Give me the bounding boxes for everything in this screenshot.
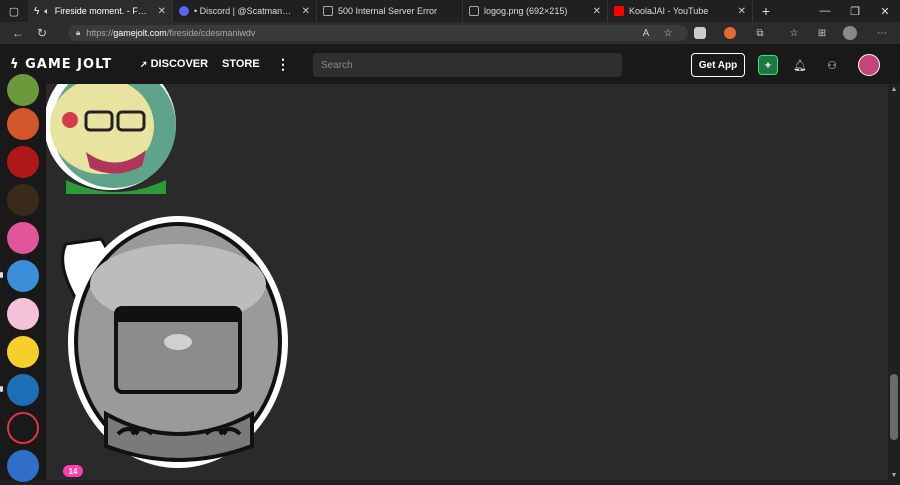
page-icon — [323, 6, 333, 16]
address-bar[interactable]: 🔒︎ https://gamejolt.com/fireside/cdesman… — [68, 25, 688, 41]
extensions-puzzle-icon[interactable]: ⧉ — [752, 25, 768, 41]
read-aloud-icon[interactable]: A — [638, 25, 654, 41]
community-avatar[interactable] — [7, 108, 39, 140]
unread-indicator — [0, 386, 3, 392]
user-avatar[interactable] — [858, 54, 880, 76]
youtube-icon — [614, 6, 624, 16]
profile-avatar-icon[interactable] — [843, 26, 857, 40]
nav-discover[interactable]: ➚ DISCOVER — [140, 58, 208, 70]
get-app-button[interactable]: Get App — [691, 53, 745, 77]
restore-icon[interactable]: ❐ — [840, 0, 870, 22]
logo-text: GAME JOLT — [25, 57, 113, 72]
rocket-icon: ➚ — [140, 59, 148, 69]
tab-fireside[interactable]: ϟ 🔈︎ Fireside moment. - Fires ✕ — [28, 0, 173, 22]
community-avatar[interactable] — [7, 374, 39, 406]
community-avatar[interactable] — [7, 412, 39, 444]
extension-orange-icon[interactable] — [724, 27, 736, 39]
extension-icon[interactable] — [694, 27, 706, 39]
unread-indicator — [0, 272, 3, 278]
community-avatar[interactable] — [7, 450, 39, 482]
tab-discord[interactable]: • Discord | @ScatmanJones ✕ — [173, 0, 317, 22]
scroll-down-arrow-icon[interactable]: ▼ — [888, 470, 900, 480]
tab-title: KoolaJAI - YouTube — [629, 6, 709, 16]
community-avatar[interactable] — [7, 146, 39, 178]
tab-title: • Discord | @ScatmanJones — [194, 6, 293, 16]
community-avatar[interactable] — [7, 74, 39, 106]
close-tab-icon[interactable]: ✕ — [738, 6, 746, 17]
quest-icon[interactable]: ✦ — [758, 55, 778, 75]
page-icon — [469, 6, 479, 16]
unread-count-badge[interactable]: 14 — [63, 465, 83, 477]
tab-actions-icon[interactable]: ▢ — [0, 0, 28, 22]
notification-bell-icon[interactable]: 🔔︎ — [791, 56, 809, 74]
tab-title: 500 Internal Server Error — [338, 6, 438, 16]
hooded-figure-sticker[interactable] — [61, 216, 288, 468]
bolt-icon: ϟ — [10, 57, 20, 72]
favorite-star-icon[interactable]: ☆ — [660, 25, 676, 41]
favorites-icon[interactable]: ☆ — [786, 25, 802, 41]
speaker-icon[interactable]: 🔈︎ — [44, 6, 49, 17]
url-scheme: https:// — [86, 28, 114, 38]
gamejolt-logo[interactable]: ϟ GAME JOLT — [10, 57, 112, 72]
community-avatar[interactable] — [7, 184, 39, 216]
gamejolt-tab-icon: ϟ — [34, 5, 40, 17]
new-tab-button[interactable]: + — [753, 0, 779, 22]
nav-discover-label: DISCOVER — [150, 58, 209, 70]
page-scrollbar[interactable]: ▲ ▼ — [888, 84, 900, 480]
tab-youtube[interactable]: KoolaJAI - YouTube ✕ — [608, 0, 753, 22]
community-sidebar — [0, 74, 46, 482]
url-host: gamejolt.com — [113, 28, 167, 38]
community-avatar[interactable] — [7, 298, 39, 330]
back-arrow-icon[interactable]: ← — [6, 22, 30, 44]
tab-logog[interactable]: logog.png (692×215) ✕ — [463, 0, 608, 22]
friends-icon[interactable]: ⚇ — [823, 56, 841, 74]
refresh-icon[interactable]: ↻ — [30, 22, 54, 44]
close-tab-icon[interactable]: ✕ — [593, 6, 601, 17]
tab-title: Fireside moment. - Fires — [54, 6, 149, 16]
nav-store[interactable]: STORE — [222, 58, 260, 70]
fireside-chat-area — [44, 58, 888, 480]
community-avatar[interactable] — [7, 260, 39, 292]
minimize-icon[interactable]: — — [810, 0, 840, 22]
discord-icon — [179, 6, 189, 16]
tab-500-error[interactable]: 500 Internal Server Error — [317, 0, 463, 22]
search-input[interactable]: Search — [313, 53, 622, 77]
browser-tab-strip: ▢ ϟ 🔈︎ Fireside moment. - Fires ✕ • Disc… — [0, 0, 900, 22]
lock-icon[interactable]: 🔒︎ — [76, 28, 80, 38]
more-menu-icon[interactable]: ⋯ — [874, 25, 890, 41]
more-vertical-icon[interactable]: ⋮ — [276, 56, 290, 73]
community-avatar[interactable] — [7, 336, 39, 368]
community-avatar[interactable] — [7, 222, 39, 254]
close-window-icon[interactable]: ✕ — [870, 0, 900, 22]
tab-title: logog.png (692×215) — [484, 6, 568, 16]
close-tab-icon[interactable]: ✕ — [302, 6, 310, 17]
close-tab-icon[interactable]: ✕ — [158, 6, 166, 17]
scroll-up-arrow-icon[interactable]: ▲ — [888, 84, 900, 94]
collections-icon[interactable]: ⊞ — [814, 25, 830, 41]
fox-sticker[interactable] — [44, 58, 176, 194]
scroll-thumb[interactable] — [890, 374, 898, 440]
url-path: /fireside/cdesmaniwdv — [166, 28, 256, 38]
sticker-layer — [44, 58, 288, 468]
